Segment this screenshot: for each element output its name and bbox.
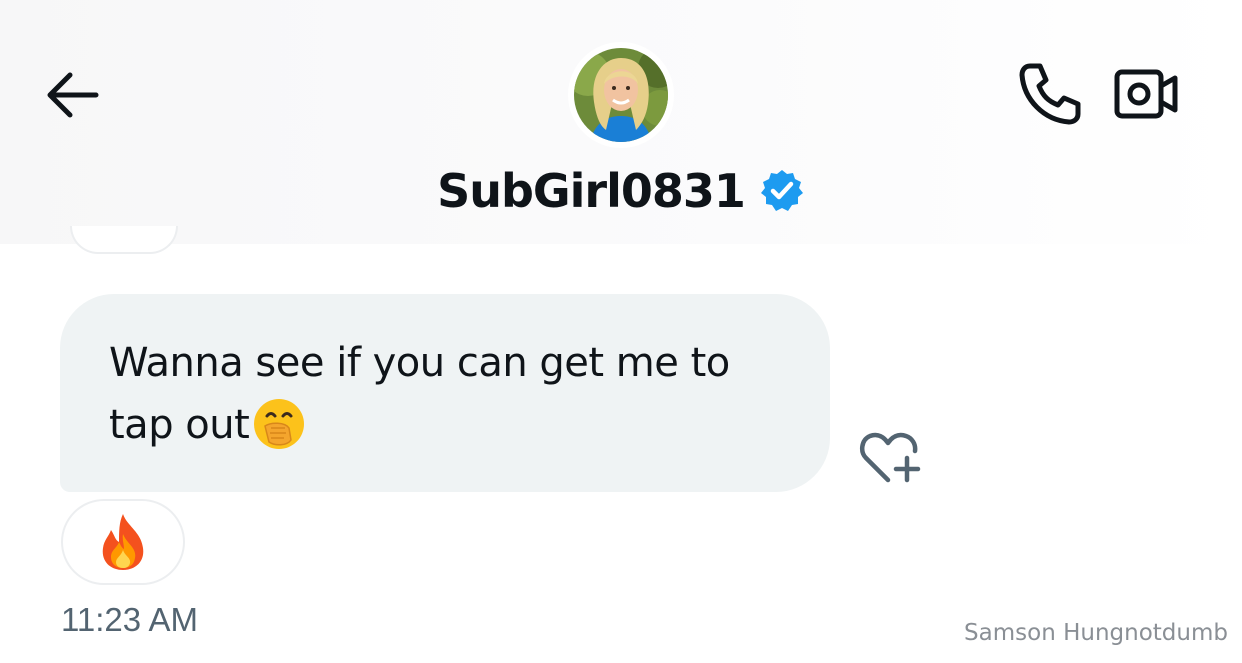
call-button[interactable]	[1016, 60, 1084, 128]
avatar-image	[570, 44, 672, 146]
watermark: Samson Hungnotdumb	[964, 620, 1228, 646]
face-with-hand-over-mouth-emoji	[254, 399, 305, 449]
message-bubble[interactable]: Wanna see if you can get me to tap out	[60, 294, 830, 492]
title-row: SubGirl0831	[0, 160, 1242, 222]
message-text: Wanna see if you can get me to tap out	[109, 332, 790, 456]
previous-reaction-pill	[70, 226, 178, 254]
message-body: Wanna see if you can get me to tap out	[109, 340, 730, 448]
heart-plus-icon	[860, 432, 921, 483]
verified-badge-icon	[759, 168, 805, 214]
video-camera-icon	[1114, 69, 1178, 119]
arrow-left-icon	[47, 72, 99, 118]
message-timestamp: 11:23 AM	[61, 601, 198, 638]
phone-icon	[1019, 63, 1081, 125]
username[interactable]: SubGirl0831	[437, 164, 746, 218]
dm-conversation-screen: SubGirl0831 Wanna see if you can get me …	[0, 0, 1242, 663]
video-call-button[interactable]	[1112, 64, 1182, 124]
reaction-pill[interactable]	[61, 499, 185, 585]
conversation-header: SubGirl0831	[0, 0, 1242, 244]
avatar[interactable]	[570, 44, 672, 146]
back-button[interactable]	[40, 66, 106, 124]
add-reaction-button[interactable]	[858, 428, 924, 486]
fire-emoji	[102, 514, 144, 570]
